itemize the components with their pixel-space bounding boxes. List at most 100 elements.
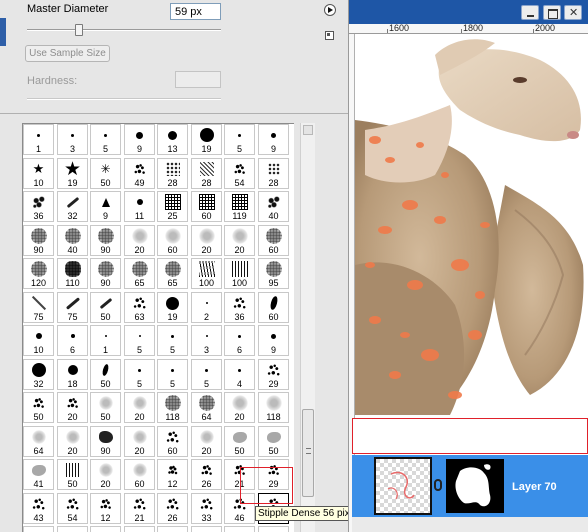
brush-preset-cell[interactable]: 12 xyxy=(157,459,188,490)
brush-preset-cell[interactable]: 75 xyxy=(57,292,88,323)
brush-preset-cell[interactable]: 40 xyxy=(57,225,88,256)
brush-preset-cell[interactable]: 28 xyxy=(258,158,289,189)
brush-preset-cell[interactable] xyxy=(224,526,255,532)
brush-preset-cell[interactable]: 50 xyxy=(57,459,88,490)
brush-preset-cell[interactable]: 60 xyxy=(191,191,222,222)
scroll-up-arrow[interactable] xyxy=(303,125,313,135)
brush-preset-cell[interactable]: 60 xyxy=(157,225,188,256)
minimize-button[interactable] xyxy=(521,5,539,20)
brush-preset-cell[interactable]: 18 xyxy=(57,359,88,390)
brush-preset-cell[interactable] xyxy=(258,526,289,532)
brush-preset-cell[interactable]: 118 xyxy=(157,392,188,423)
brush-preset-cell[interactable]: 1 xyxy=(90,325,121,356)
master-diameter-field[interactable] xyxy=(170,3,221,20)
brush-preset-cell[interactable]: 60 xyxy=(124,459,155,490)
brush-preset-cell[interactable]: 5 xyxy=(124,359,155,390)
brush-preset-cell[interactable] xyxy=(157,526,188,532)
document-canvas[interactable] xyxy=(355,35,588,455)
brush-preset-cell[interactable]: 12 xyxy=(90,493,121,524)
brush-preset-cell[interactable]: 120 xyxy=(23,258,54,289)
brush-preset-cell[interactable]: 43 xyxy=(23,493,54,524)
brush-preset-cell[interactable]: ★ 19 xyxy=(57,158,88,189)
brush-preset-cell[interactable]: 41 xyxy=(23,459,54,490)
brush-preset-cell[interactable]: 40 xyxy=(258,191,289,222)
brush-preset-cell[interactable]: 119 xyxy=(224,191,255,222)
brush-preset-cell[interactable]: 5 xyxy=(224,124,255,155)
brush-preset-cell[interactable]: 118 xyxy=(258,392,289,423)
brush-preset-cell[interactable]: 54 xyxy=(224,158,255,189)
brush-preset-cell[interactable]: 19 xyxy=(191,124,222,155)
brush-preset-cell[interactable]: 50 xyxy=(90,359,121,390)
brush-preset-cell[interactable]: 50 xyxy=(90,392,121,423)
brush-preset-cell[interactable]: 9 xyxy=(124,124,155,155)
brush-preset-cell[interactable]: 28 xyxy=(191,158,222,189)
brush-grid-scrollbar[interactable] xyxy=(300,123,315,532)
close-button[interactable] xyxy=(564,5,582,20)
brush-preset-cell[interactable]: 100 xyxy=(191,258,222,289)
scrollbar-thumb[interactable] xyxy=(302,409,314,497)
brush-preset-cell[interactable]: 32 xyxy=(23,359,54,390)
brush-preset-cell[interactable]: 20 xyxy=(90,459,121,490)
brush-preset-cell[interactable]: 21 xyxy=(124,493,155,524)
brush-preset-cell[interactable]: 49 xyxy=(124,158,155,189)
brush-preset-cell[interactable]: 65 xyxy=(124,258,155,289)
brush-preset-cell[interactable]: ★ 10 xyxy=(23,158,54,189)
brush-preset-cell[interactable]: 13 xyxy=(157,124,188,155)
brush-preset-cell[interactable]: 10 xyxy=(23,325,54,356)
brush-preset-cell[interactable]: 20 xyxy=(57,426,88,457)
brush-preset-cell[interactable] xyxy=(57,526,88,532)
brush-preset-cell[interactable]: 26 xyxy=(157,493,188,524)
brush-preset-cell[interactable]: 20 xyxy=(124,392,155,423)
master-diameter-slider[interactable] xyxy=(27,29,221,31)
brush-preset-cell[interactable]: 3 xyxy=(191,325,222,356)
brush-preset-cell[interactable]: 20 xyxy=(124,225,155,256)
brush-preset-cell[interactable]: 60 xyxy=(258,292,289,323)
brush-preset-cell[interactable]: 9 xyxy=(90,191,121,222)
brush-preset-cell[interactable]: 110 xyxy=(57,258,88,289)
brush-preset-cell[interactable]: ✳ 50 xyxy=(90,158,121,189)
brush-preset-cell[interactable]: 20 xyxy=(124,426,155,457)
brush-preset-cell[interactable]: 60 xyxy=(157,426,188,457)
brush-preset-cell[interactable]: 100 xyxy=(224,258,255,289)
brush-preset-cell[interactable]: 6 xyxy=(224,325,255,356)
brush-preset-cell[interactable]: 50 xyxy=(23,392,54,423)
brush-preset-cell[interactable]: 90 xyxy=(23,225,54,256)
brush-preset-cell[interactable]: 1 xyxy=(23,124,54,155)
brush-preset-cell[interactable]: 20 xyxy=(57,392,88,423)
brush-preset-cell[interactable]: 2 xyxy=(191,292,222,323)
brush-preset-cell[interactable]: 4 xyxy=(224,359,255,390)
brush-preset-cell[interactable]: 19 xyxy=(157,292,188,323)
chain-link-icon[interactable] xyxy=(434,479,442,491)
brush-preset-cell[interactable]: 26 xyxy=(191,459,222,490)
brush-preset-cell[interactable]: 6 xyxy=(57,325,88,356)
brush-preset-cell[interactable]: 64 xyxy=(23,426,54,457)
brush-preset-cell[interactable]: 32 xyxy=(57,191,88,222)
maximize-button[interactable] xyxy=(543,5,561,20)
brush-preset-cell[interactable]: 90 xyxy=(90,258,121,289)
brush-preset-cell[interactable]: 33 xyxy=(191,493,222,524)
brush-preset-cell[interactable]: 90 xyxy=(90,426,121,457)
brush-preset-cell[interactable]: 63 xyxy=(124,292,155,323)
brush-preset-cell[interactable]: 50 xyxy=(224,426,255,457)
layer-mask-thumbnail[interactable] xyxy=(446,459,504,513)
brush-preset-cell[interactable] xyxy=(90,526,121,532)
brush-preset-cell[interactable]: 20 xyxy=(191,225,222,256)
brush-preset-cell[interactable]: 75 xyxy=(23,292,54,323)
brush-preset-cell[interactable]: 28 xyxy=(157,158,188,189)
brush-preset-cell[interactable]: 20 xyxy=(191,426,222,457)
brush-preset-cell[interactable]: 20 xyxy=(224,225,255,256)
layer-row-layer-70[interactable]: Layer 70 xyxy=(352,455,588,517)
brush-preset-cell[interactable]: 20 xyxy=(224,392,255,423)
brush-preset-cell[interactable]: 64 xyxy=(191,392,222,423)
hardness-field[interactable] xyxy=(175,71,221,88)
brush-preset-cell[interactable]: 95 xyxy=(258,258,289,289)
master-diameter-slider-thumb[interactable] xyxy=(75,24,83,36)
brush-preset-cell[interactable]: 11 xyxy=(124,191,155,222)
brush-preset-cell[interactable]: 60 xyxy=(258,225,289,256)
brush-preset-cell[interactable]: 50 xyxy=(90,292,121,323)
brush-preset-cell[interactable]: 50 xyxy=(258,426,289,457)
brush-preset-cell[interactable]: 54 xyxy=(57,493,88,524)
brush-preset-cell[interactable] xyxy=(191,526,222,532)
brush-preset-cell[interactable]: 90 xyxy=(90,225,121,256)
panel-menu-button[interactable] xyxy=(324,4,336,16)
